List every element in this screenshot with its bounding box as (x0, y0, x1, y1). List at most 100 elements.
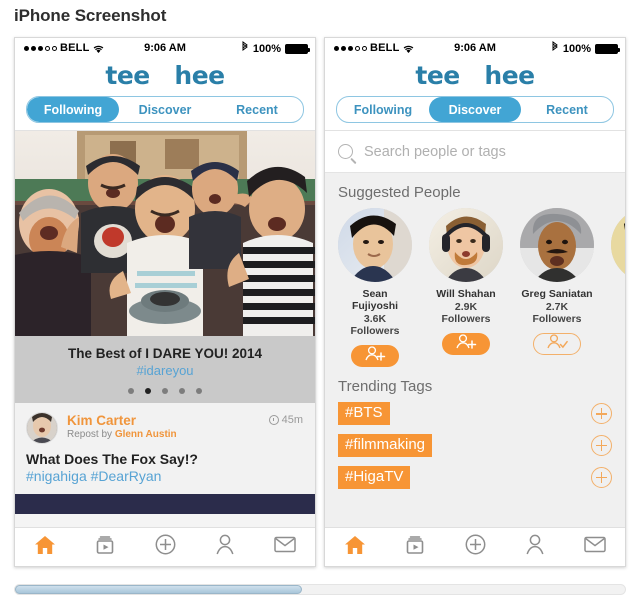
nav-create[interactable] (135, 534, 195, 560)
person-icon (215, 534, 235, 560)
post-tags[interactable]: #nigahiga #DearRyan (26, 468, 304, 484)
tag-chip[interactable]: #HigaTV (338, 465, 411, 489)
post-meta: Kim Carter Repost by Glenn Austin (67, 412, 177, 440)
hero-caption-tag[interactable]: #idareyou (15, 361, 315, 378)
nav-videos[interactable] (75, 535, 135, 560)
app-header: tee hee Following Discover Recent (325, 59, 625, 132)
logo-text-part2: hee (174, 61, 225, 90)
clock-icon (268, 415, 279, 426)
person-card-partial[interactable] (611, 208, 625, 367)
horizontal-scrollbar[interactable] (14, 584, 626, 595)
post-timestamp: 45m (268, 414, 303, 427)
scrollbar-thumb[interactable] (15, 585, 302, 594)
bottom-nav-bar (15, 527, 315, 566)
person-card[interactable]: Greg Saniatan 2.7K Followers (520, 208, 594, 367)
plus-circle-icon[interactable] (591, 403, 612, 425)
battery-full-icon (285, 43, 310, 54)
person-followers: 2.7K Followers (532, 301, 582, 326)
pager-dot[interactable] (128, 388, 134, 395)
pager-dot-active[interactable] (145, 388, 151, 395)
battery-percent-label: 100% (562, 42, 591, 55)
plus-circle-icon (465, 534, 486, 560)
hero-photo[interactable] (15, 131, 315, 337)
feed-post[interactable]: 45m Kim Carter Repost by Glenn Austin Wh… (15, 403, 315, 495)
video-icon (95, 535, 115, 560)
app-logo: tee hee (15, 61, 315, 90)
status-bar: BELL 9:06 AM 100% (325, 38, 625, 59)
suggested-people-list[interactable]: Sean Fujiyoshi 3.6K Followers Will Shaha… (325, 208, 625, 368)
person-card[interactable]: Will Shahan 2.9K Followers (429, 208, 503, 367)
phone-screenshot-following: BELL 9:06 AM 100% tee hee Following Disc… (14, 37, 316, 567)
nav-profile[interactable] (505, 534, 565, 560)
post-repost-line: Repost by Glenn Austin (67, 429, 177, 440)
avatar[interactable] (338, 208, 412, 283)
battery-full-icon (595, 43, 620, 54)
nav-videos[interactable] (385, 535, 445, 560)
logo-text-part1: tee (105, 61, 150, 90)
following-button[interactable] (533, 333, 581, 356)
repost-prefix: Repost by (67, 429, 115, 441)
plus-circle-icon (155, 534, 176, 560)
repost-author[interactable]: Glenn Austin (115, 429, 177, 440)
tag-row: #HigaTV (338, 465, 612, 489)
app-header: tee hee Following Discover Recent (15, 59, 315, 132)
post-time-label: 45m (281, 414, 303, 427)
person-card[interactable]: Sean Fujiyoshi 3.6K Followers (338, 208, 412, 368)
app-logo: tee hee (325, 61, 625, 90)
person-name: Sean Fujiyoshi (351, 288, 399, 313)
next-post-photo[interactable] (15, 494, 315, 515)
search-input[interactable]: Search people or tags (364, 144, 506, 160)
avatar[interactable] (26, 412, 58, 445)
tag-chip[interactable]: #filmmaking (338, 434, 433, 457)
search-icon (338, 144, 353, 160)
post-text: What Does The Fox Say!? (26, 451, 198, 468)
tab-following[interactable]: Following (337, 97, 429, 122)
nav-profile[interactable] (195, 534, 255, 560)
feed: The Best of I DARE YOU! 2014 #idareyou 4… (15, 131, 315, 566)
bluetooth-icon (551, 41, 559, 56)
discover-screen: Search people or tags Suggested People S… (325, 131, 625, 566)
carousel-pager[interactable] (15, 388, 315, 395)
logo-text-part2: hee (484, 61, 535, 90)
post-author[interactable]: Kim Carter (67, 413, 177, 428)
tab-discover[interactable]: Discover (429, 97, 521, 123)
tab-recent[interactable]: Recent (211, 97, 303, 122)
tag-row: #BTS (338, 402, 612, 425)
screenshot-page: iPhone Screenshot BELL 9:06 AM 100% tee … (0, 0, 640, 609)
phone-screenshot-discover: BELL 9:06 AM 100% tee hee Following Disc… (324, 37, 626, 567)
hero-caption: The Best of I DARE YOU! 2014 #idareyou (15, 336, 315, 404)
tab-bar: Following Discover Recent (336, 96, 614, 124)
status-bar-right: 100% (241, 41, 310, 56)
pager-dot[interactable] (162, 388, 168, 395)
trending-tags-heading: Trending Tags (338, 378, 433, 396)
page-title: iPhone Screenshot (14, 6, 167, 25)
tag-chip[interactable]: #BTS (338, 402, 390, 425)
nav-home[interactable] (15, 535, 75, 560)
person-icon (525, 534, 545, 560)
nav-messages[interactable] (565, 536, 625, 558)
nav-messages[interactable] (255, 536, 315, 558)
plus-circle-icon[interactable] (591, 434, 612, 456)
person-name: Will Shahan (436, 288, 496, 301)
tab-recent[interactable]: Recent (521, 97, 613, 122)
battery-percent-label: 100% (252, 42, 281, 55)
hero-caption-title: The Best of I DARE YOU! 2014 (67, 346, 263, 362)
nav-home[interactable] (325, 535, 385, 560)
status-bar-right: 100% (551, 41, 620, 56)
avatar[interactable] (611, 208, 625, 283)
avatar[interactable] (520, 208, 594, 283)
tag-row: #filmmaking (338, 434, 612, 457)
pager-dot[interactable] (179, 388, 185, 395)
search-bar[interactable]: Search people or tags (325, 131, 625, 174)
bottom-nav-bar (325, 527, 625, 566)
follow-button[interactable] (442, 333, 490, 356)
tab-following[interactable]: Following (27, 97, 119, 123)
follow-button[interactable] (351, 345, 399, 368)
pager-dot[interactable] (196, 388, 202, 395)
tab-bar: Following Discover Recent (26, 96, 304, 124)
avatar[interactable] (429, 208, 503, 283)
plus-circle-icon[interactable] (591, 466, 612, 488)
tab-discover[interactable]: Discover (119, 97, 211, 122)
nav-create[interactable] (445, 534, 505, 560)
envelope-icon (274, 536, 296, 558)
